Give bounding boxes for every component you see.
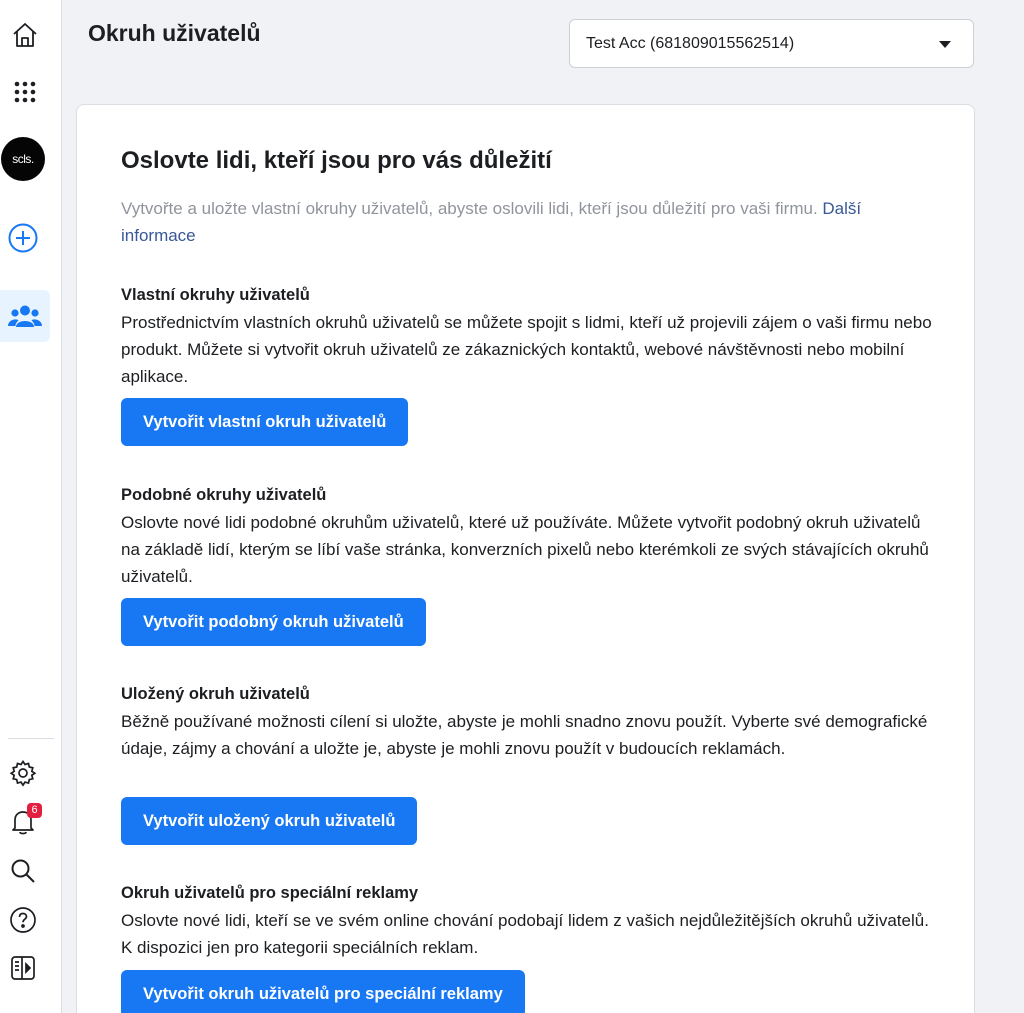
saved-audience-section: Uložený okruh uživatelů Běžně používané … xyxy=(121,681,941,762)
home-icon[interactable] xyxy=(0,10,50,60)
card-intro: Vytvořte a uložte vlastní okruhy uživate… xyxy=(121,195,921,249)
help-icon[interactable] xyxy=(0,895,46,945)
create-saved-audience-button[interactable]: Vytvořit uložený okruh uživatelů xyxy=(121,797,418,845)
lookalike-audiences-section: Podobné okruhy uživatelů Oslovte nové li… xyxy=(121,482,941,590)
ad-account-select[interactable]: Test Acc (681809015562514) xyxy=(569,19,974,68)
audiences-icon[interactable] xyxy=(0,290,50,342)
ad-account-select-value: Test Acc (681809015562514) xyxy=(586,34,795,52)
avatar: scls. xyxy=(1,137,45,181)
create-special-ad-audience-button[interactable]: Vytvořit okruh uživatelů pro speciální r… xyxy=(121,970,525,1013)
search-icon[interactable] xyxy=(0,846,46,896)
left-nav-rail: scls. 6 xyxy=(0,0,62,1013)
section-description: Běžně používané možnosti cílení si uložt… xyxy=(121,712,928,758)
notifications-bell-icon[interactable]: 6 xyxy=(0,797,46,847)
apps-grid-icon[interactable] xyxy=(0,67,50,117)
special-ad-audience-section: Okruh uživatelů pro speciální reklamy Os… xyxy=(121,880,941,961)
account-avatar-button[interactable]: scls. xyxy=(0,134,46,184)
section-description: Oslovte nové lidi podobné okruhům uživat… xyxy=(121,513,929,586)
section-title: Okruh uživatelů pro speciální reklamy xyxy=(121,884,419,902)
rail-divider xyxy=(8,738,54,739)
custom-audiences-section: Vlastní okruhy uživatelů Prostřednictvím… xyxy=(121,282,941,390)
card-intro-text: Vytvořte a uložte vlastní okruhy uživate… xyxy=(121,199,818,218)
page-title: Okruh uživatelů xyxy=(88,20,261,46)
notifications-count-badge: 6 xyxy=(27,803,42,818)
card-headline: Oslovte lidi, kteří jsou pro vás důležit… xyxy=(121,147,552,174)
create-plus-icon[interactable] xyxy=(0,213,46,263)
create-lookalike-audience-button[interactable]: Vytvořit podobný okruh uživatelů xyxy=(121,598,426,646)
section-title: Podobné okruhy uživatelů xyxy=(121,486,327,504)
section-description: Prostřednictvím vlastních okruhů uživate… xyxy=(121,313,932,386)
chevron-down-icon xyxy=(939,41,951,48)
section-description: Oslovte nové lidi, kteří se ve svém onli… xyxy=(121,911,929,957)
create-custom-audience-button[interactable]: Vytvořit vlastní okruh uživatelů xyxy=(121,398,409,446)
toggle-panel-icon[interactable] xyxy=(0,943,46,993)
section-title: Vlastní okruhy uživatelů xyxy=(121,286,310,304)
audiences-card: Oslovte lidi, kteří jsou pro vás důležit… xyxy=(76,104,975,1013)
section-title: Uložený okruh uživatelů xyxy=(121,685,310,703)
settings-icon[interactable] xyxy=(0,748,46,798)
